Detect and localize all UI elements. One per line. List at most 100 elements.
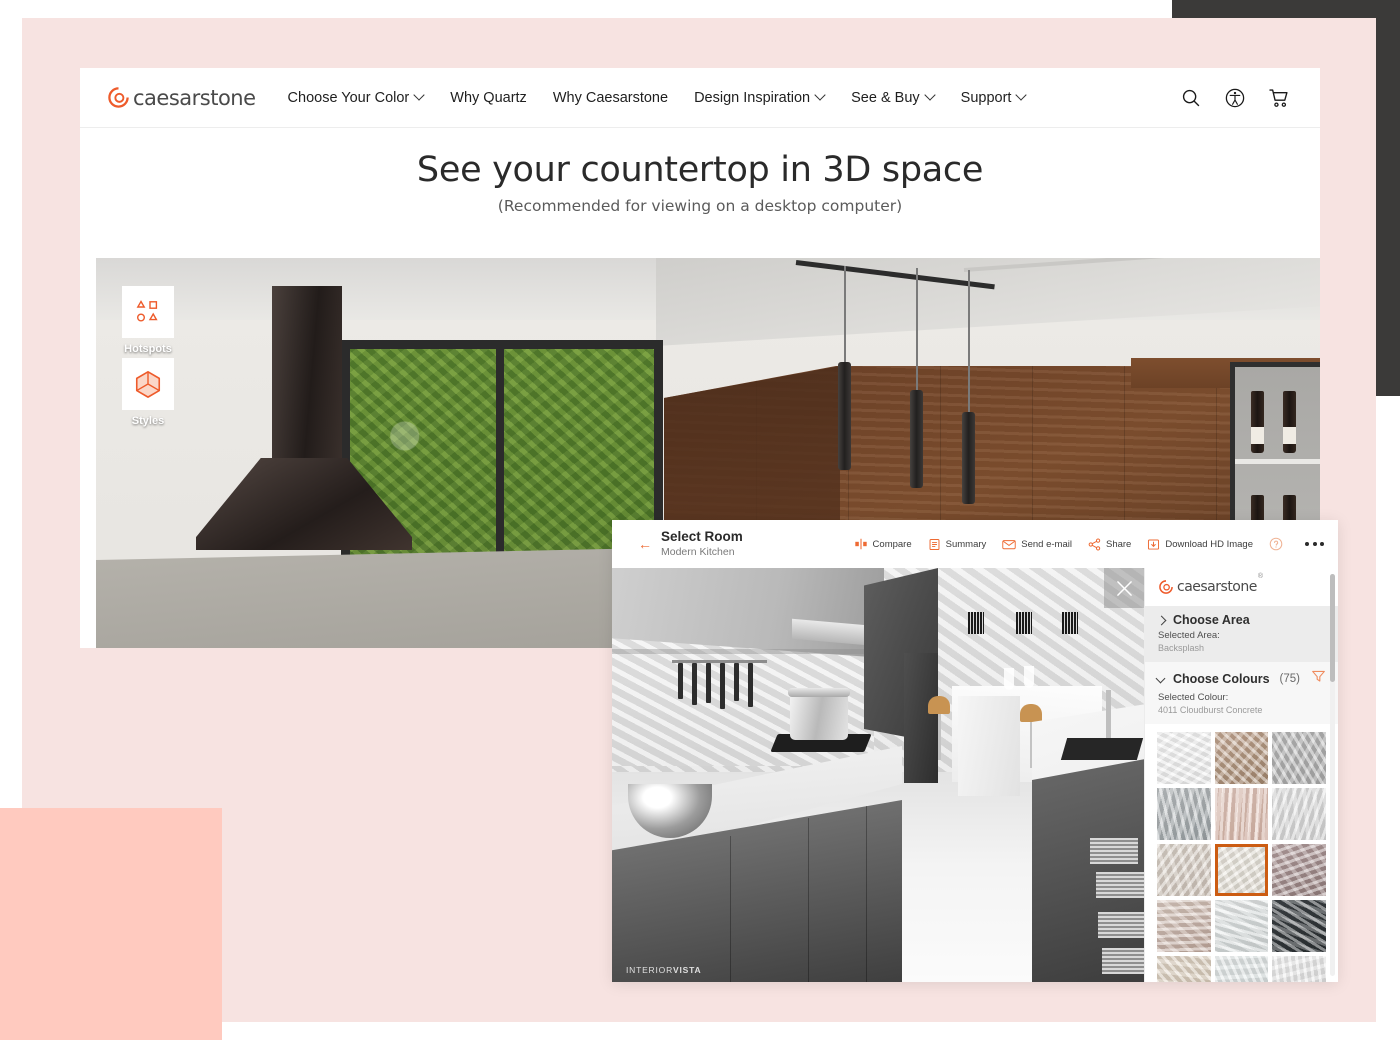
chevron-down-icon <box>816 91 825 100</box>
hotspots-button[interactable] <box>122 286 174 338</box>
swatch-light-grey-plain[interactable] <box>1272 788 1326 840</box>
caesarstone-logo-mark <box>1159 580 1173 594</box>
brand-name: caesarstone <box>133 85 256 110</box>
viewer-button-hotspots[interactable]: Hotspots <box>122 286 174 355</box>
render-island-sink <box>1060 738 1144 760</box>
download-hd-image-button[interactable]: Download HD Image <box>1147 538 1253 551</box>
swatch-beige-brown-marble[interactable] <box>1214 732 1269 784</box>
nav-item-design-inspiration[interactable]: Design Inspiration <box>694 90 825 106</box>
scene-countertop <box>96 548 656 648</box>
interiorvista-watermark: INTERIORVISTA <box>626 965 702 975</box>
swatch-white-speckled-quartz[interactable] <box>1214 900 1269 952</box>
choose-colours-header[interactable]: Choose Colours (75) <box>1157 669 1326 689</box>
accessibility-icon[interactable] <box>1224 87 1246 109</box>
page-title: See your countertop in 3D space <box>416 150 984 190</box>
sidebar-section-choose-area[interactable]: Choose Area Selected Area: Backsplash <box>1145 606 1338 662</box>
styles-label: Styles <box>131 415 165 427</box>
selected-colour-value: 4011 Cloudburst Concrete <box>1158 705 1263 715</box>
swatch-warm-greige[interactable] <box>1157 844 1211 896</box>
summary-icon <box>929 538 940 550</box>
swatch-dark-charcoal-stone[interactable] <box>1272 900 1326 952</box>
compare-label: Compare <box>872 538 912 550</box>
swatch-sand-beige-plain[interactable] <box>1157 956 1211 982</box>
hero-section: See your countertop in 3D space (Recomme… <box>80 128 1320 215</box>
selected-room-name: Modern Kitchen <box>661 545 735 558</box>
render-pot-lid <box>788 688 850 697</box>
select-room-title: Select Room <box>661 528 743 544</box>
swatch-mauve-textured-stone[interactable] <box>1272 844 1326 896</box>
render-island-faucet <box>1106 690 1111 738</box>
configurator-toolbar: ← Select Room Modern Kitchen Compare Sum… <box>612 520 1338 568</box>
nav-menu: Choose Your Color Why Quartz Why Caesars… <box>288 90 1027 106</box>
nav-label: Choose Your Color <box>287 89 410 106</box>
email-icon <box>1002 539 1016 549</box>
nav-item-choose-your-color[interactable]: Choose Your Color <box>288 90 425 106</box>
close-render-button[interactable] <box>1104 568 1144 608</box>
swatch-grey-marble[interactable] <box>1157 788 1211 840</box>
nav-item-see-and-buy[interactable]: See & Buy <box>851 90 935 106</box>
colour-swatch-grid <box>1145 724 1338 982</box>
share-button[interactable]: Share <box>1088 537 1131 551</box>
configurator-tool-group: Compare Summary Send e-mail Share Downlo… <box>854 537 1324 551</box>
nav-label: Support <box>960 89 1012 106</box>
swatch-bold-veined-white-marble[interactable] <box>1272 956 1326 982</box>
render-island-leg <box>958 696 1020 796</box>
configurator-sidebar: caesarstone ® Choose Area Selected Area:… <box>1144 568 1338 982</box>
nav-label: Why Quartz <box>450 89 527 106</box>
scene-range-hood-chimney <box>272 286 342 474</box>
choose-area-title: Choose Area <box>1173 613 1250 627</box>
download-hd-image-label: Download HD Image <box>1165 538 1253 550</box>
back-arrow-icon[interactable]: ← <box>638 537 652 551</box>
hotspots-label: Hotspots <box>124 343 172 355</box>
hotspots-icon <box>136 300 158 322</box>
compare-icon <box>854 538 867 550</box>
selected-area-label: Selected Area: <box>1158 630 1220 641</box>
sidebar-brand-name: caesarstone <box>1177 579 1257 595</box>
page-subtitle: (Recommended for viewing on a desktop co… <box>497 197 903 215</box>
compare-button[interactable]: Compare <box>854 537 912 551</box>
close-icon <box>1116 580 1132 596</box>
filter-funnel-icon[interactable] <box>1311 669 1326 689</box>
chevron-down-icon <box>1017 91 1026 100</box>
cart-icon[interactable] <box>1268 87 1290 109</box>
viewer-button-styles[interactable]: Styles <box>122 358 174 427</box>
decorative-dark-bar-right <box>1376 0 1400 396</box>
summary-label: Summary <box>945 538 987 550</box>
nav-label: Why Caesarstone <box>552 89 669 106</box>
nav-label: Design Inspiration <box>694 89 811 106</box>
send-email-button[interactable]: Send e-mail <box>1002 538 1072 551</box>
sidebar-scrollbar-thumb[interactable] <box>1330 574 1335 682</box>
help-icon[interactable] <box>1269 537 1283 551</box>
swatch-white-marble-veined[interactable] <box>1157 732 1211 784</box>
nav-item-support[interactable]: Support <box>961 90 1027 106</box>
sidebar-caesarstone-logo[interactable]: caesarstone ® <box>1145 568 1338 606</box>
kitchen-render-image[interactable]: INTERIORVISTA <box>612 568 1144 982</box>
caesarstone-logo[interactable]: caesarstone <box>108 86 256 110</box>
chevron-down-icon <box>415 91 424 100</box>
swatch-grey-solid[interactable] <box>1272 732 1326 784</box>
chevron-down-icon <box>926 91 935 100</box>
selected-area-value: Backsplash <box>1158 643 1205 653</box>
sidebar-section-choose-colours[interactable]: Choose Colours (75) Selected Colour: 401… <box>1145 662 1338 724</box>
summary-button[interactable]: Summary <box>928 538 987 551</box>
swatch-cream-veined-marble[interactable] <box>1157 900 1211 952</box>
render-oven <box>904 653 938 783</box>
selected-colour-label: Selected Colour: <box>1158 692 1229 703</box>
render-stool-seat-2 <box>1020 704 1042 722</box>
configurator-heading: Select Room Modern Kitchen <box>661 529 743 560</box>
send-email-label: Send e-mail <box>1021 538 1072 550</box>
search-icon[interactable] <box>1180 87 1202 109</box>
more-options-icon[interactable] <box>1305 542 1324 546</box>
swatch-blush-pink-stone[interactable] <box>1214 788 1269 840</box>
choose-area-header[interactable]: Choose Area <box>1157 613 1326 627</box>
nav-icon-group <box>1180 87 1290 109</box>
nav-item-why-quartz[interactable]: Why Quartz <box>450 90 527 106</box>
nav-label: See & Buy <box>851 89 920 106</box>
swatch-4011-cloudburst-concrete[interactable] <box>1214 844 1269 896</box>
configurator-body: INTERIORVISTA caesarstone ® Choose Area … <box>612 568 1338 982</box>
styles-button[interactable] <box>122 358 174 410</box>
nav-item-why-caesarstone[interactable]: Why Caesarstone <box>553 90 668 106</box>
chevron-down-icon <box>1157 675 1166 684</box>
render-stock-pot <box>790 694 848 740</box>
swatch-soft-white-marble[interactable] <box>1214 956 1269 982</box>
